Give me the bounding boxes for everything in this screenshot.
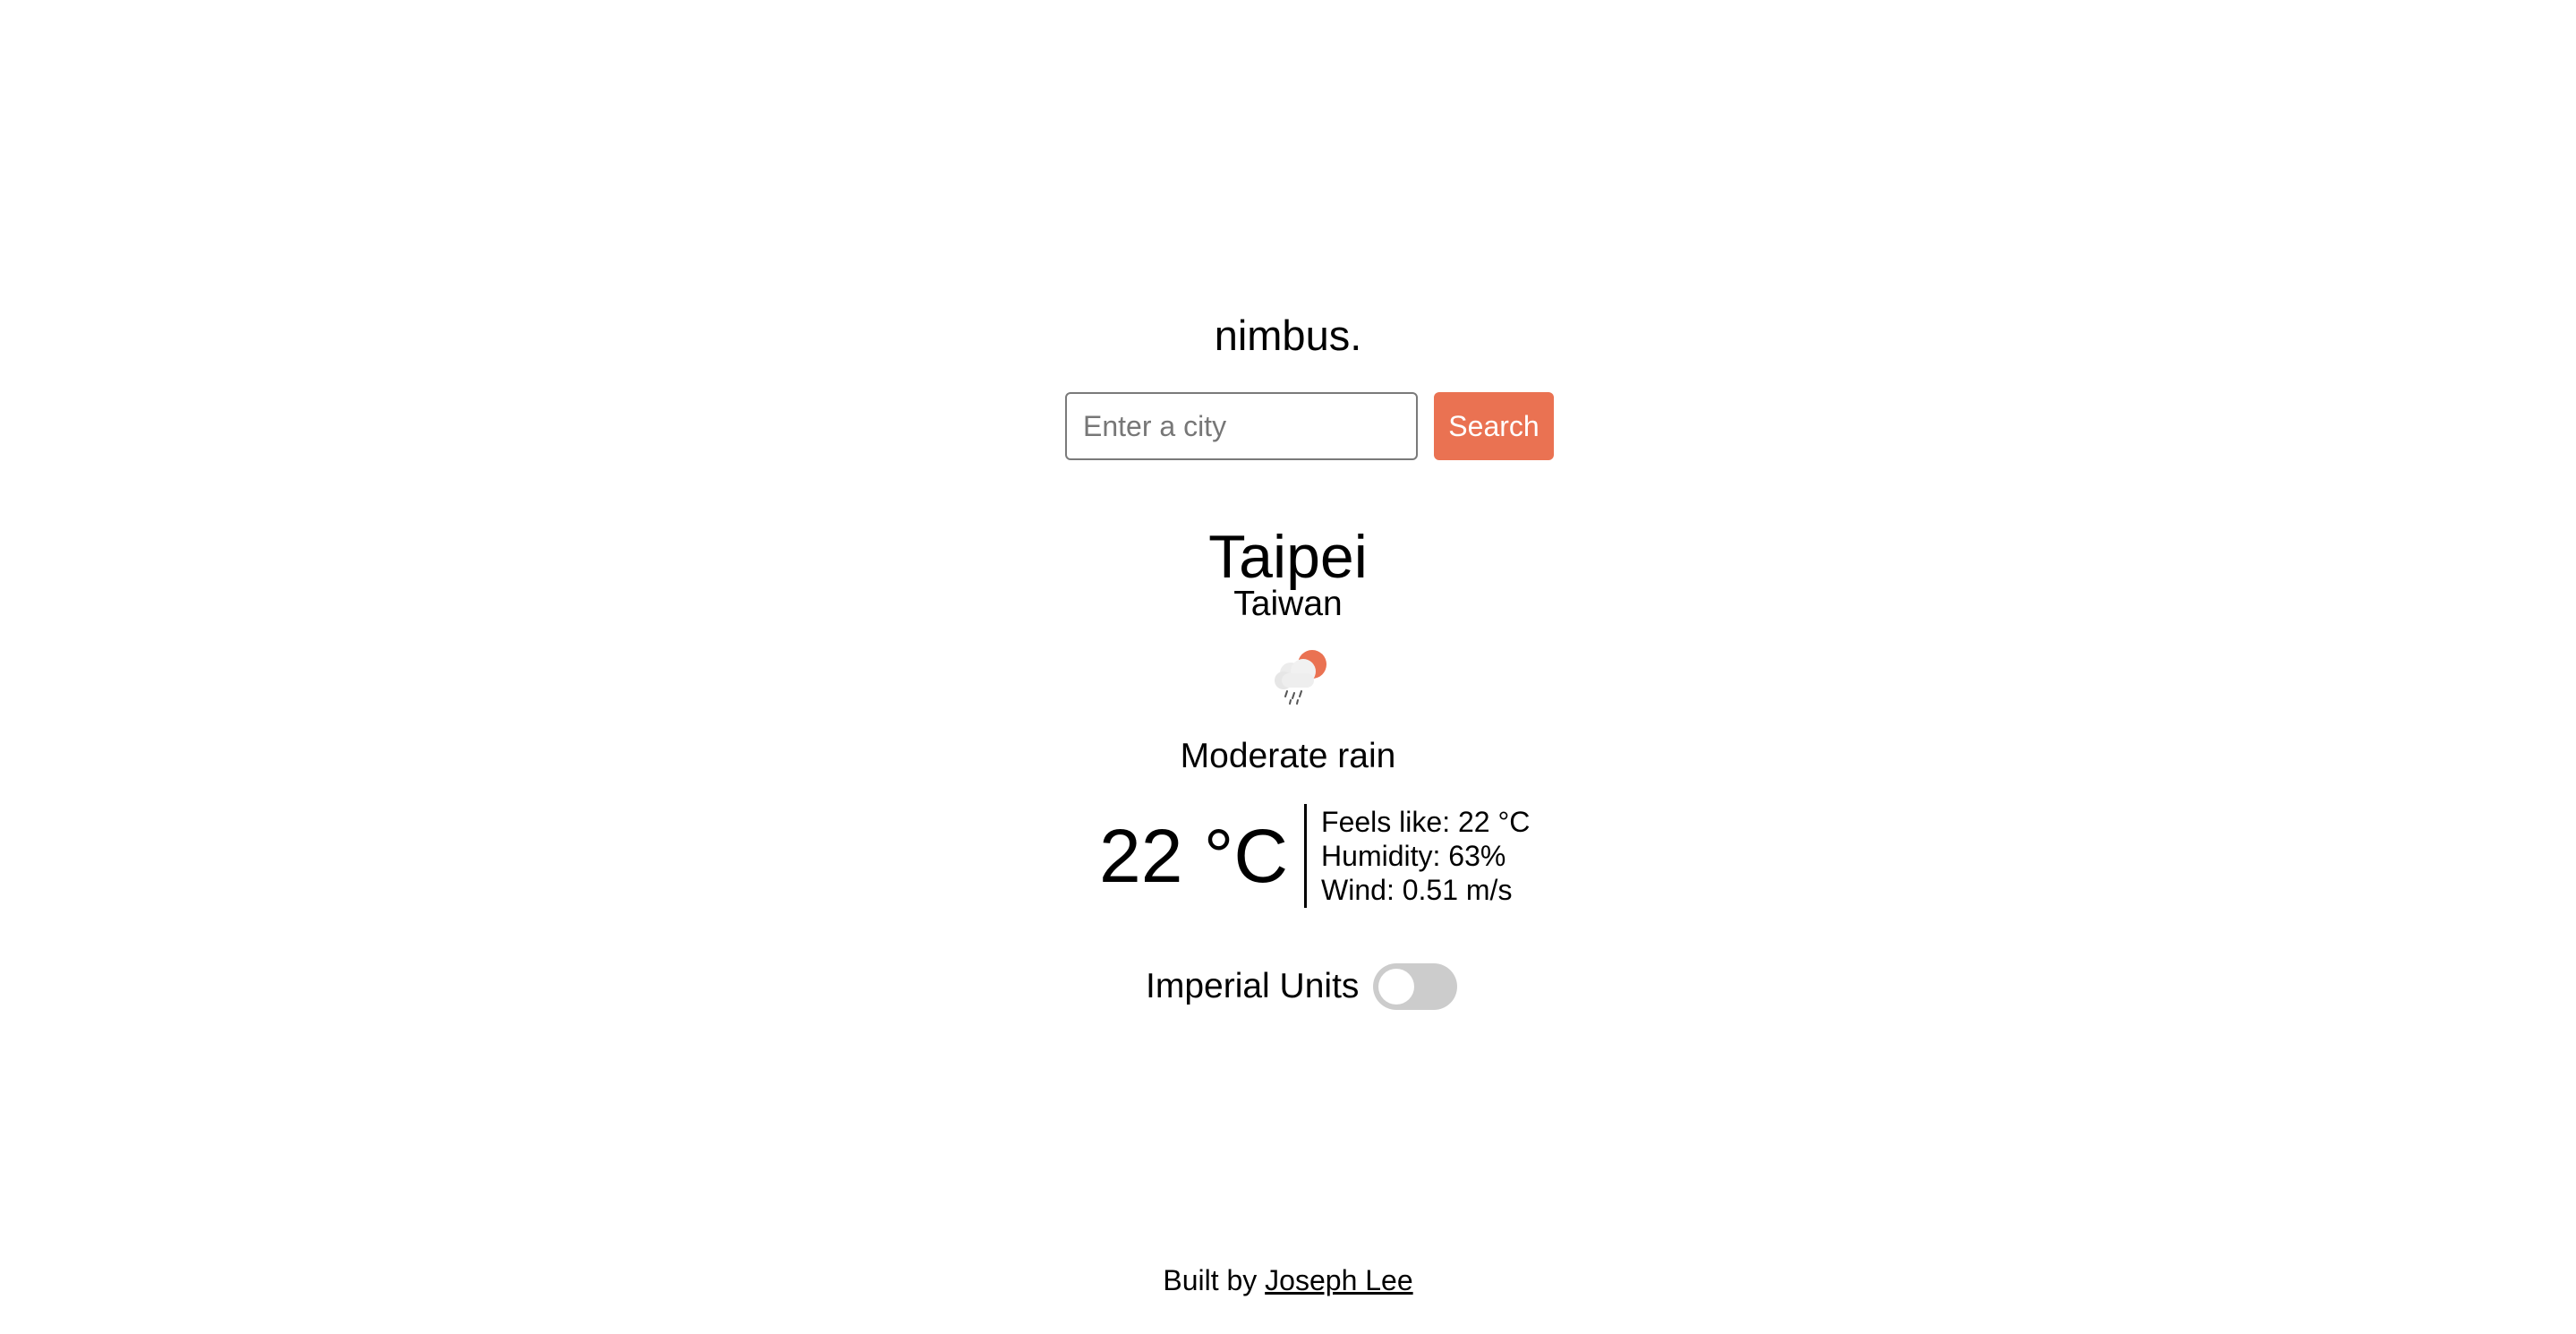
humidity: Humidity: 63% xyxy=(1321,840,1506,872)
toggle-knob xyxy=(1378,969,1415,1005)
author-link[interactable]: Joseph Lee xyxy=(1265,1264,1412,1296)
wind-speed: Wind: 0.51 m/s xyxy=(1321,874,1513,906)
footer-prefix: Built by xyxy=(1163,1264,1258,1296)
city-search-input[interactable] xyxy=(1065,392,1418,460)
search-bar: Search xyxy=(1065,392,1554,460)
imperial-units-label: Imperial Units xyxy=(1146,967,1360,1005)
current-temperature: 22 °C xyxy=(1099,814,1289,898)
footer: Built by Joseph Lee xyxy=(0,1262,2576,1298)
page: nimbus. Search Taipei Taiwan Moderate ra… xyxy=(0,0,2576,1334)
weather-details: Feels like: 22 °C Humidity: 63% Wind: 0.… xyxy=(1307,804,1530,908)
cloud-rain-sun-icon xyxy=(1269,646,1332,709)
units-setting: Imperial Units xyxy=(1146,963,1458,1010)
temperature-panel: 22 °C Feels like: 22 °C Humidity: 63% Wi… xyxy=(1099,804,1530,908)
weather-condition: Moderate rain xyxy=(1180,737,1396,775)
country-name: Taiwan xyxy=(1233,585,1343,623)
imperial-units-toggle[interactable] xyxy=(1373,963,1458,1010)
search-button[interactable]: Search xyxy=(1434,392,1554,460)
app-logo: nimbus. xyxy=(1214,312,1362,359)
feels-like: Feels like: 22 °C xyxy=(1321,806,1531,838)
